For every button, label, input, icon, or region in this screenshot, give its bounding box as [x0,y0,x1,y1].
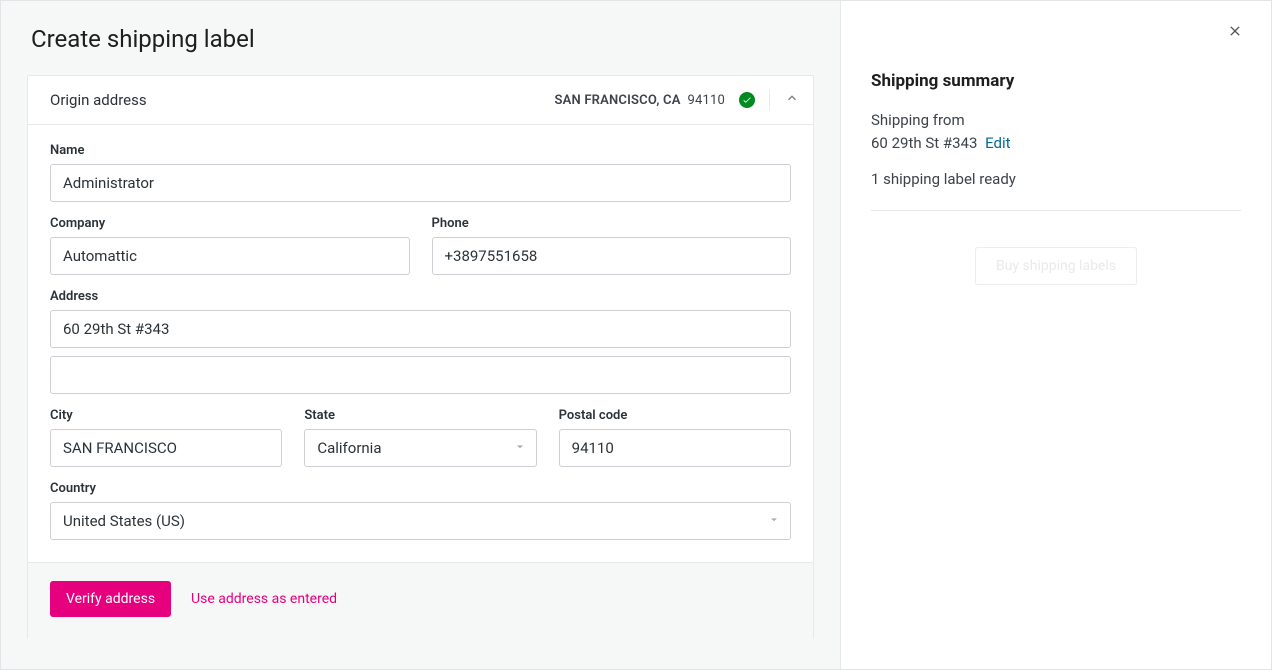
phone-field-wrap: Phone [432,216,792,275]
country-select[interactable]: United States (US) [50,502,791,540]
city-input[interactable] [50,429,282,467]
chevron-up-icon [784,90,800,110]
name-input[interactable] [50,164,791,202]
shipping-from-label: Shipping from [871,109,1241,132]
summary-status: 1 shipping label ready [871,170,1241,211]
country-field-wrap: Country United States (US) [50,481,791,540]
company-label: Company [50,216,410,231]
buy-labels-button[interactable]: Buy shipping labels [975,247,1137,285]
company-field-wrap: Company [50,216,410,275]
use-as-entered-link[interactable]: Use address as entered [191,591,337,607]
edit-origin-link[interactable]: Edit [985,134,1010,152]
origin-actions: Verify address Use address as entered [27,563,814,639]
page-title: Create shipping label [1,1,840,75]
address1-input[interactable] [50,310,791,348]
collapse-toggle[interactable] [769,90,813,110]
main-panel: Create shipping label Origin address SAN… [1,1,841,669]
address-label: Address [50,289,791,304]
origin-card-header: Origin address SAN FRANCISCO, CA 94110 [28,76,813,125]
phone-input[interactable] [432,237,792,275]
state-label: State [304,408,536,423]
address2-input[interactable] [50,356,791,394]
city-label: City [50,408,282,423]
origin-address-card: Origin address SAN FRANCISCO, CA 94110 N… [27,75,814,563]
origin-section-title: Origin address [50,91,554,109]
origin-summary-zip: 94110 [687,93,725,108]
company-input[interactable] [50,237,410,275]
postal-field-wrap: Postal code [559,408,791,467]
name-label: Name [50,143,791,158]
name-field-wrap: Name [50,143,791,202]
summary-title: Shipping summary [871,71,1241,91]
state-select[interactable]: California [304,429,536,467]
summary-panel: Shipping summary Shipping from 60 29th S… [841,1,1271,669]
close-button[interactable] [1223,21,1247,45]
verified-icon [739,92,755,108]
origin-summary-city: SAN FRANCISCO, CA [554,93,680,108]
postal-input[interactable] [559,429,791,467]
shipping-from-address: 60 29th St #343 [871,134,977,152]
shipping-from-block: Shipping from 60 29th St #343 Edit [871,109,1241,154]
origin-summary-text: SAN FRANCISCO, CA 94110 [554,93,725,108]
phone-label: Phone [432,216,792,231]
state-field-wrap: State California [304,408,536,467]
address-field-wrap: Address [50,289,791,394]
postal-label: Postal code [559,408,791,423]
city-field-wrap: City [50,408,282,467]
buy-row: Buy shipping labels [871,247,1241,285]
modal-layout: Create shipping label Origin address SAN… [1,1,1271,669]
origin-form: Name Company Phone Ad [28,125,813,562]
country-label: Country [50,481,791,496]
verify-address-button[interactable]: Verify address [50,581,171,617]
close-icon [1227,23,1243,43]
